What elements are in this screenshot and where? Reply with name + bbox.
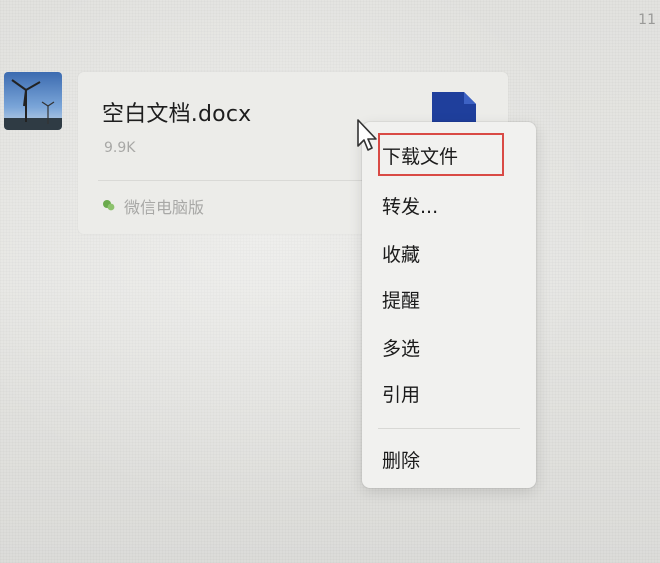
- file-name: 空白文档.docx: [102, 102, 252, 127]
- menu-item-remind[interactable]: 提醒: [382, 286, 420, 313]
- menu-item-multi-select[interactable]: 多选: [382, 334, 420, 361]
- wind-turbine-photo: [4, 72, 62, 130]
- source-app-row: 微信电脑版: [102, 194, 204, 218]
- menu-item-forward[interactable]: 转发...: [382, 192, 438, 219]
- menu-item-favorite[interactable]: 收藏: [382, 240, 420, 267]
- menu-item-download-file[interactable]: 下载文件: [382, 142, 458, 169]
- menu-divider: [378, 428, 520, 429]
- mouse-cursor-icon: [356, 118, 380, 154]
- source-app-label: 微信电脑版: [124, 198, 205, 217]
- menu-item-delete[interactable]: 删除: [382, 446, 420, 473]
- wechat-icon: [102, 197, 116, 216]
- context-menu: 下载文件 转发... 收藏 提醒 多选 引用 删除: [362, 122, 536, 488]
- file-size: 9.9K: [104, 140, 136, 156]
- message-timestamp: 11: [638, 12, 656, 28]
- sender-avatar[interactable]: [4, 72, 62, 130]
- menu-item-quote[interactable]: 引用: [382, 380, 420, 407]
